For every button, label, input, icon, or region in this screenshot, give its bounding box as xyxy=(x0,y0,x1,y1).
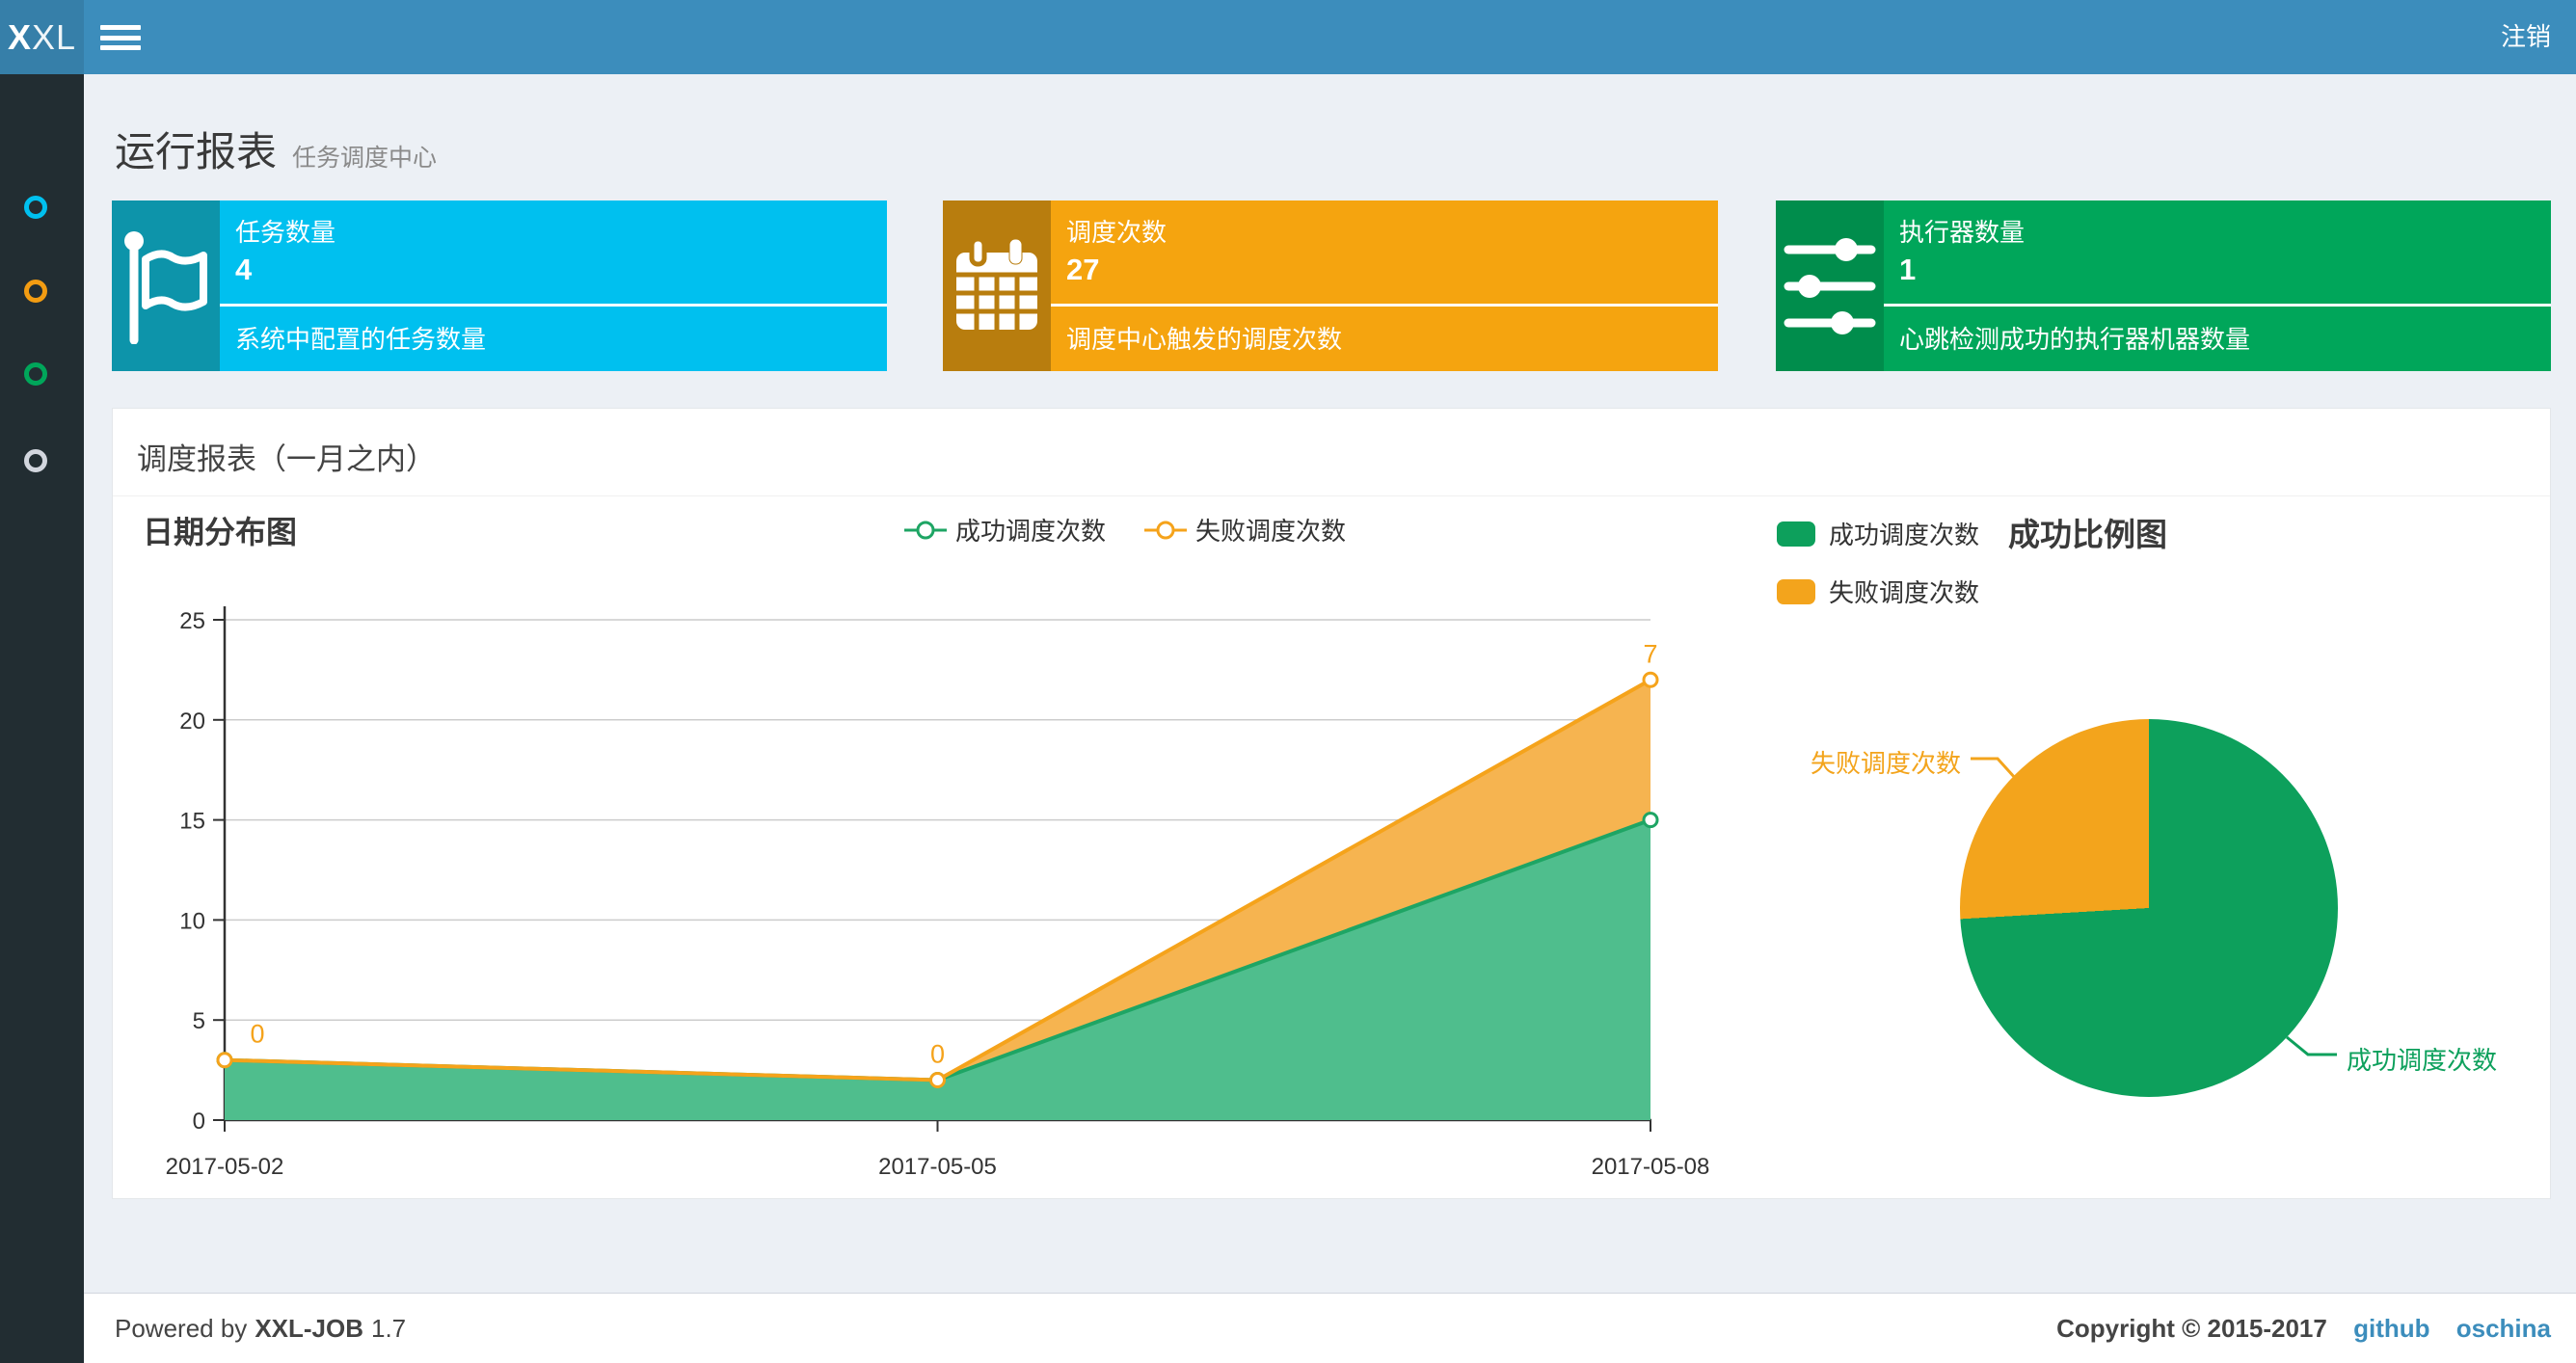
line-chart: 0 5 10 15 20 25 2017-05-02 2017-05-05 2017-05-08… xyxy=(166,606,1710,1180)
svg-text:2017-05-08: 2017-05-08 xyxy=(1592,1154,1710,1180)
flag-icon xyxy=(124,230,207,344)
stat-value: 27 xyxy=(1066,253,1100,286)
app-logo-rest: XL xyxy=(31,16,77,57)
stat-title: 调度次数 xyxy=(1066,218,1167,247)
sidebar xyxy=(0,74,84,1363)
svg-text:2017-05-02: 2017-05-02 xyxy=(166,1154,284,1180)
stat-title: 任务数量 xyxy=(235,218,336,247)
svg-text:10: 10 xyxy=(179,908,205,934)
svg-text:2017-05-05: 2017-05-05 xyxy=(878,1154,997,1180)
pie-label-success: 成功调度次数 xyxy=(2347,1046,2498,1075)
powered-by: Powered by XXL-JOB 1.7 xyxy=(115,1314,407,1343)
sidebar-item-logs-circle-icon[interactable] xyxy=(24,362,47,386)
pie-legend-item-success[interactable]: 成功调度次数 xyxy=(1777,516,1979,551)
fail-swatch-icon xyxy=(1777,578,1815,604)
main-footer: Powered by XXL-JOB 1.7 Copyright © 2015-20… xyxy=(84,1293,2576,1363)
stat-box-executors-icon-area xyxy=(1776,200,1884,371)
oschina-link[interactable]: oschina xyxy=(2456,1314,2551,1343)
top-navbar: X XL 注销 xyxy=(0,0,2576,74)
svg-text:0: 0 xyxy=(930,1039,945,1068)
app-logo-bold: X xyxy=(7,16,32,57)
svg-text:15: 15 xyxy=(179,809,205,835)
stat-desc: 心跳检测成功的执行器机器数量 xyxy=(1899,325,2251,354)
copyright: Copyright © 2015-2017 github oschina xyxy=(2056,1314,2551,1343)
pie-chart-title: 成功比例图 xyxy=(2008,517,2167,552)
stat-title: 执行器数量 xyxy=(1899,218,2026,247)
stat-value: 1 xyxy=(1899,253,1917,286)
github-link[interactable]: github xyxy=(2353,1314,2429,1343)
stat-box-jobs: 任务数量 4 系统中配置的任务数量 xyxy=(112,200,887,371)
sidebar-item-executors-circle-icon[interactable] xyxy=(24,449,47,472)
sliders-icon xyxy=(1784,237,1876,334)
product-version: 1.7 xyxy=(371,1314,407,1343)
hamburger-icon xyxy=(100,25,141,30)
stat-desc: 系统中配置的任务数量 xyxy=(235,325,487,354)
sidebar-toggle-button[interactable] xyxy=(100,25,141,50)
svg-text:5: 5 xyxy=(193,1008,205,1034)
report-panel-title: 调度报表（一月之内） xyxy=(137,442,436,476)
stat-box-triggers-icon-area xyxy=(943,200,1051,371)
report-panel-header: 调度报表（一月之内） xyxy=(113,409,2550,496)
stat-divider xyxy=(220,304,887,307)
svg-text:0: 0 xyxy=(250,1020,264,1049)
stat-box-executors: 执行器数量 1 心跳检测成功的执行器机器数量 xyxy=(1776,200,2551,371)
svg-text:0: 0 xyxy=(193,1109,205,1135)
stat-divider xyxy=(1884,304,2551,307)
svg-text:7: 7 xyxy=(1643,639,1657,668)
page-subtitle: 任务调度中心 xyxy=(292,145,438,172)
logout-link[interactable]: 注销 xyxy=(2476,0,2576,74)
svg-text:25: 25 xyxy=(179,608,205,634)
product-name: XXL-JOB xyxy=(255,1314,363,1343)
stat-value: 4 xyxy=(235,253,253,286)
pie-label-fail: 失败调度次数 xyxy=(1811,749,1962,778)
sidebar-item-jobs-circle-icon[interactable] xyxy=(24,280,47,303)
stat-box-jobs-icon-area xyxy=(112,200,220,371)
app-logo[interactable]: X XL xyxy=(0,0,84,74)
success-swatch-icon xyxy=(1777,521,1815,547)
stat-divider xyxy=(1051,304,1718,307)
stat-box-triggers: 调度次数 27 调度中心触发的调度次数 xyxy=(943,200,1718,371)
pie-chart-legend: 成功调度次数 失败调度次数 xyxy=(1777,516,1979,609)
pie-chart xyxy=(1960,719,2338,1097)
pie-legend-item-fail[interactable]: 失败调度次数 xyxy=(1777,574,1979,609)
sidebar-item-report-circle-icon[interactable] xyxy=(24,196,47,219)
page-title: 运行报表 任务调度中心 xyxy=(115,129,438,174)
stat-desc: 调度中心触发的调度次数 xyxy=(1066,325,1343,354)
dashboard-page: X XL 注销 运行报表 任务调度中心 任务数量 4 系统中配置的任务数量 调度… xyxy=(0,0,2576,1363)
calendar-icon xyxy=(956,238,1037,330)
svg-text:20: 20 xyxy=(179,708,205,735)
